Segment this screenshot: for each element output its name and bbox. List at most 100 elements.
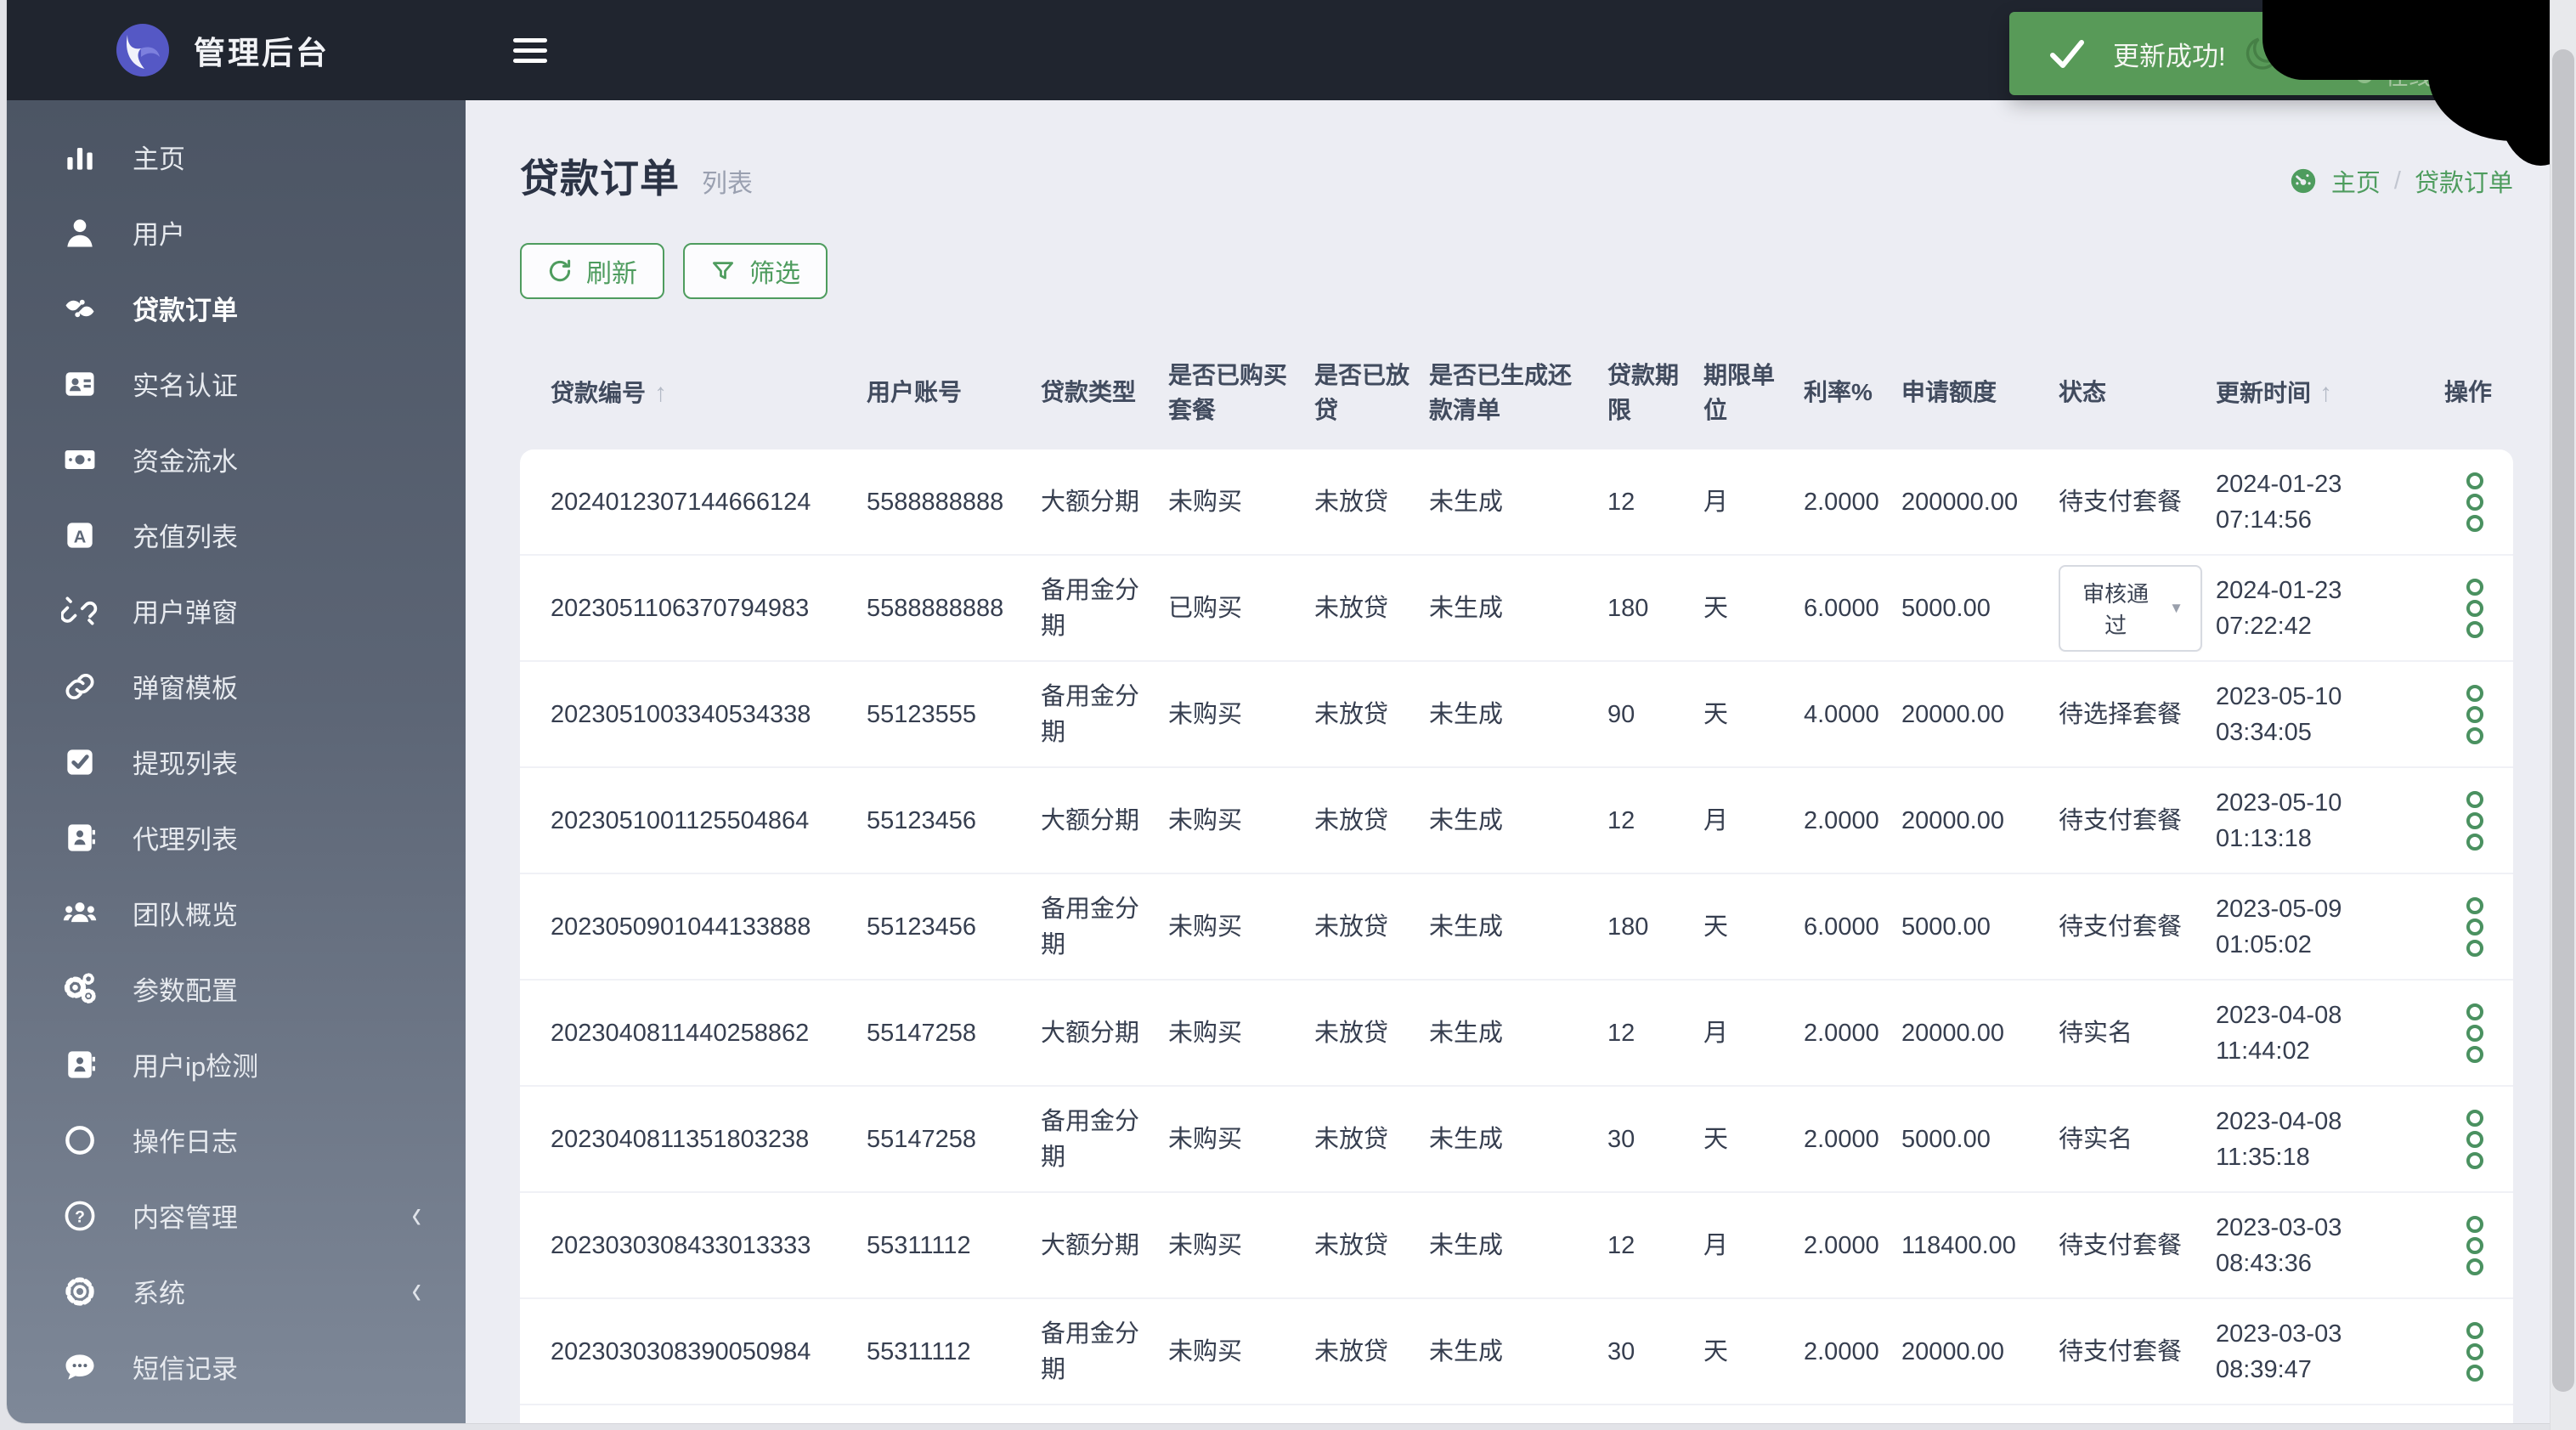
cell-loaned: 未放贷	[1314, 909, 1429, 945]
cell-period: 12	[1607, 1015, 1703, 1051]
cell-actions	[2437, 994, 2513, 1072]
cell-unit: 月	[1703, 803, 1804, 839]
cell-account: 55123555	[867, 697, 1041, 732]
sidebar-item-5[interactable]: 资金流水	[7, 421, 466, 497]
caret-down-icon: ▼	[2169, 600, 2183, 617]
sidebar-item-13[interactable]: 用户ip检测	[7, 1026, 466, 1102]
cell-amount: 20000.00	[1901, 697, 2059, 732]
comment-icon	[59, 1348, 100, 1386]
users-icon	[59, 895, 100, 932]
chevron-left-icon: ‹	[412, 1192, 421, 1239]
cell-rate: 2.0000	[1804, 484, 1901, 520]
brand: 管理后台	[7, 23, 466, 77]
sidebar-item-9[interactable]: 提现列表	[7, 724, 466, 800]
refresh-button[interactable]: 刷新	[520, 243, 664, 299]
sidebar-item-17[interactable]: 短信记录	[7, 1329, 466, 1405]
table-row: 202305100112550486455123456大额分期未购买未放贷未生成…	[520, 768, 2513, 874]
user-icon	[59, 214, 100, 252]
hamburger-menu-icon[interactable]	[505, 30, 556, 71]
sidebar-item-label: 实名认证	[133, 365, 238, 403]
page-scrollbar[interactable]	[2550, 0, 2576, 1430]
cell-purchased: 未购买	[1168, 909, 1314, 945]
cell-account: 55311112	[867, 1228, 1041, 1263]
sidebar-item-8[interactable]: 弹窗模板	[7, 648, 466, 724]
row-actions-button[interactable]	[2455, 569, 2495, 647]
cell-status: 待实名	[2059, 1015, 2216, 1051]
row-actions-button[interactable]	[2455, 463, 2495, 541]
page-subtitle: 列表	[702, 162, 753, 200]
sidebar-item-16[interactable]: 系统‹	[7, 1253, 466, 1329]
column-header[interactable]: 贷款编号↑	[551, 375, 867, 412]
row-actions-button[interactable]	[2455, 1100, 2495, 1178]
row-actions-button[interactable]	[2455, 1313, 2495, 1391]
column-header: 用户账号	[867, 376, 1041, 410]
chevron-left-icon: ‹	[412, 1419, 421, 1423]
row-actions-button[interactable]	[2455, 1419, 2495, 1423]
cell-period: 12	[1607, 803, 1703, 839]
row-actions-button[interactable]	[2455, 675, 2495, 754]
cell-account: 55311112	[867, 1334, 1041, 1370]
sidebar-item-label: 短信记录	[133, 1348, 238, 1386]
cell-amount: 20000.00	[1901, 1015, 2059, 1051]
sidebar-item-1[interactable]: 主页	[7, 119, 466, 195]
cell-rate: 2.0000	[1804, 1228, 1901, 1263]
cell-updated: 2024-01-23 07:22:42	[2216, 573, 2437, 644]
row-actions-button[interactable]	[2455, 782, 2495, 860]
cell-account: 55147258	[867, 1015, 1041, 1051]
sidebar-item-18[interactable]: 开发工具‹	[7, 1405, 466, 1423]
cell-updated: 2023-03-03 04:28:59	[2216, 1422, 2437, 1423]
cell-purchased: 未购买	[1168, 484, 1314, 520]
sidebar-item-label: 充值列表	[133, 516, 238, 554]
breadcrumb-separator: /	[2394, 167, 2401, 195]
cell-unit: 天	[1703, 697, 1804, 732]
column-header: 期限单位	[1703, 359, 1804, 427]
cell-loan_id: 2023030308433013333	[551, 1228, 867, 1263]
cell-period: 30	[1607, 1122, 1703, 1157]
sidebar-item-11[interactable]: 团队概览	[7, 875, 466, 951]
cell-bill_generated: 未生成	[1429, 484, 1607, 520]
column-header: 申请额度	[1901, 376, 2059, 410]
sidebar-item-4[interactable]: 实名认证	[7, 346, 466, 421]
sidebar-item-label: 团队概览	[133, 894, 238, 932]
dots-vertical-icon	[2466, 1110, 2483, 1169]
sidebar-item-3[interactable]: 贷款订单	[7, 270, 466, 346]
cell-loaned: 未放贷	[1314, 1015, 1429, 1051]
filter-icon	[710, 258, 736, 284]
cell-loan_id: 2023050901044133888	[551, 909, 867, 945]
cell-rate: 6.0000	[1804, 909, 1901, 945]
cell-bill_generated: 未生成	[1429, 697, 1607, 732]
sidebar-item-7[interactable]: 用户弹窗	[7, 573, 466, 648]
table-row: 202305100334053433855123555备用金分期未购买未放贷未生…	[520, 662, 2513, 768]
table-row: 202303030843301333355311112大额分期未购买未放贷未生成…	[520, 1193, 2513, 1299]
sidebar-item-6[interactable]: A充值列表	[7, 497, 466, 573]
cell-updated: 2023-03-03 08:43:36	[2216, 1210, 2437, 1281]
row-actions-button[interactable]	[2455, 994, 2495, 1072]
cell-rate: 2.0000	[1804, 1334, 1901, 1370]
cell-amount: 20000.00	[1901, 1334, 2059, 1370]
row-actions-button[interactable]	[2455, 1207, 2495, 1285]
column-header: 状态	[2059, 376, 2216, 410]
sidebar-item-12[interactable]: 参数配置	[7, 951, 466, 1026]
cell-status: 审核通过▼	[2059, 565, 2216, 652]
filter-button[interactable]: 筛选	[683, 243, 828, 299]
cell-purchased: 未购买	[1168, 803, 1314, 839]
main-content: 主页 / 贷款订单 贷款订单 列表 刷新 筛选 贷款编号↑用户账号贷款	[466, 100, 2551, 1423]
breadcrumb-home[interactable]: 主页	[2331, 163, 2381, 199]
row-actions-button[interactable]	[2455, 888, 2495, 966]
sidebar-item-10[interactable]: 代理列表	[7, 800, 466, 875]
sidebar-item-15[interactable]: ?内容管理‹	[7, 1178, 466, 1253]
scrollbar-thumb[interactable]	[2552, 49, 2574, 1392]
column-header[interactable]: 更新时间↑	[2216, 375, 2437, 412]
cell-actions	[2437, 782, 2513, 860]
table-row: 202303030428595148055111111备用金分期未购买未放贷未生…	[520, 1405, 2513, 1423]
cell-actions	[2437, 888, 2513, 966]
table-row: 202304081144025886255147258大额分期未购买未放贷未生成…	[520, 981, 2513, 1087]
page-header: 贷款订单 列表	[520, 100, 2513, 204]
sidebar-item-14[interactable]: 操作日志	[7, 1102, 466, 1178]
column-header: 是否已生成还款清单	[1429, 359, 1607, 427]
cell-rate: 6.0000	[1804, 591, 1901, 626]
status-dropdown[interactable]: 审核通过▼	[2059, 565, 2202, 652]
table-row: 202303030839005098455311112备用金分期未购买未放贷未生…	[520, 1299, 2513, 1405]
sidebar-item-2[interactable]: 用户	[7, 195, 466, 270]
cell-purchased: 已购买	[1168, 591, 1314, 626]
